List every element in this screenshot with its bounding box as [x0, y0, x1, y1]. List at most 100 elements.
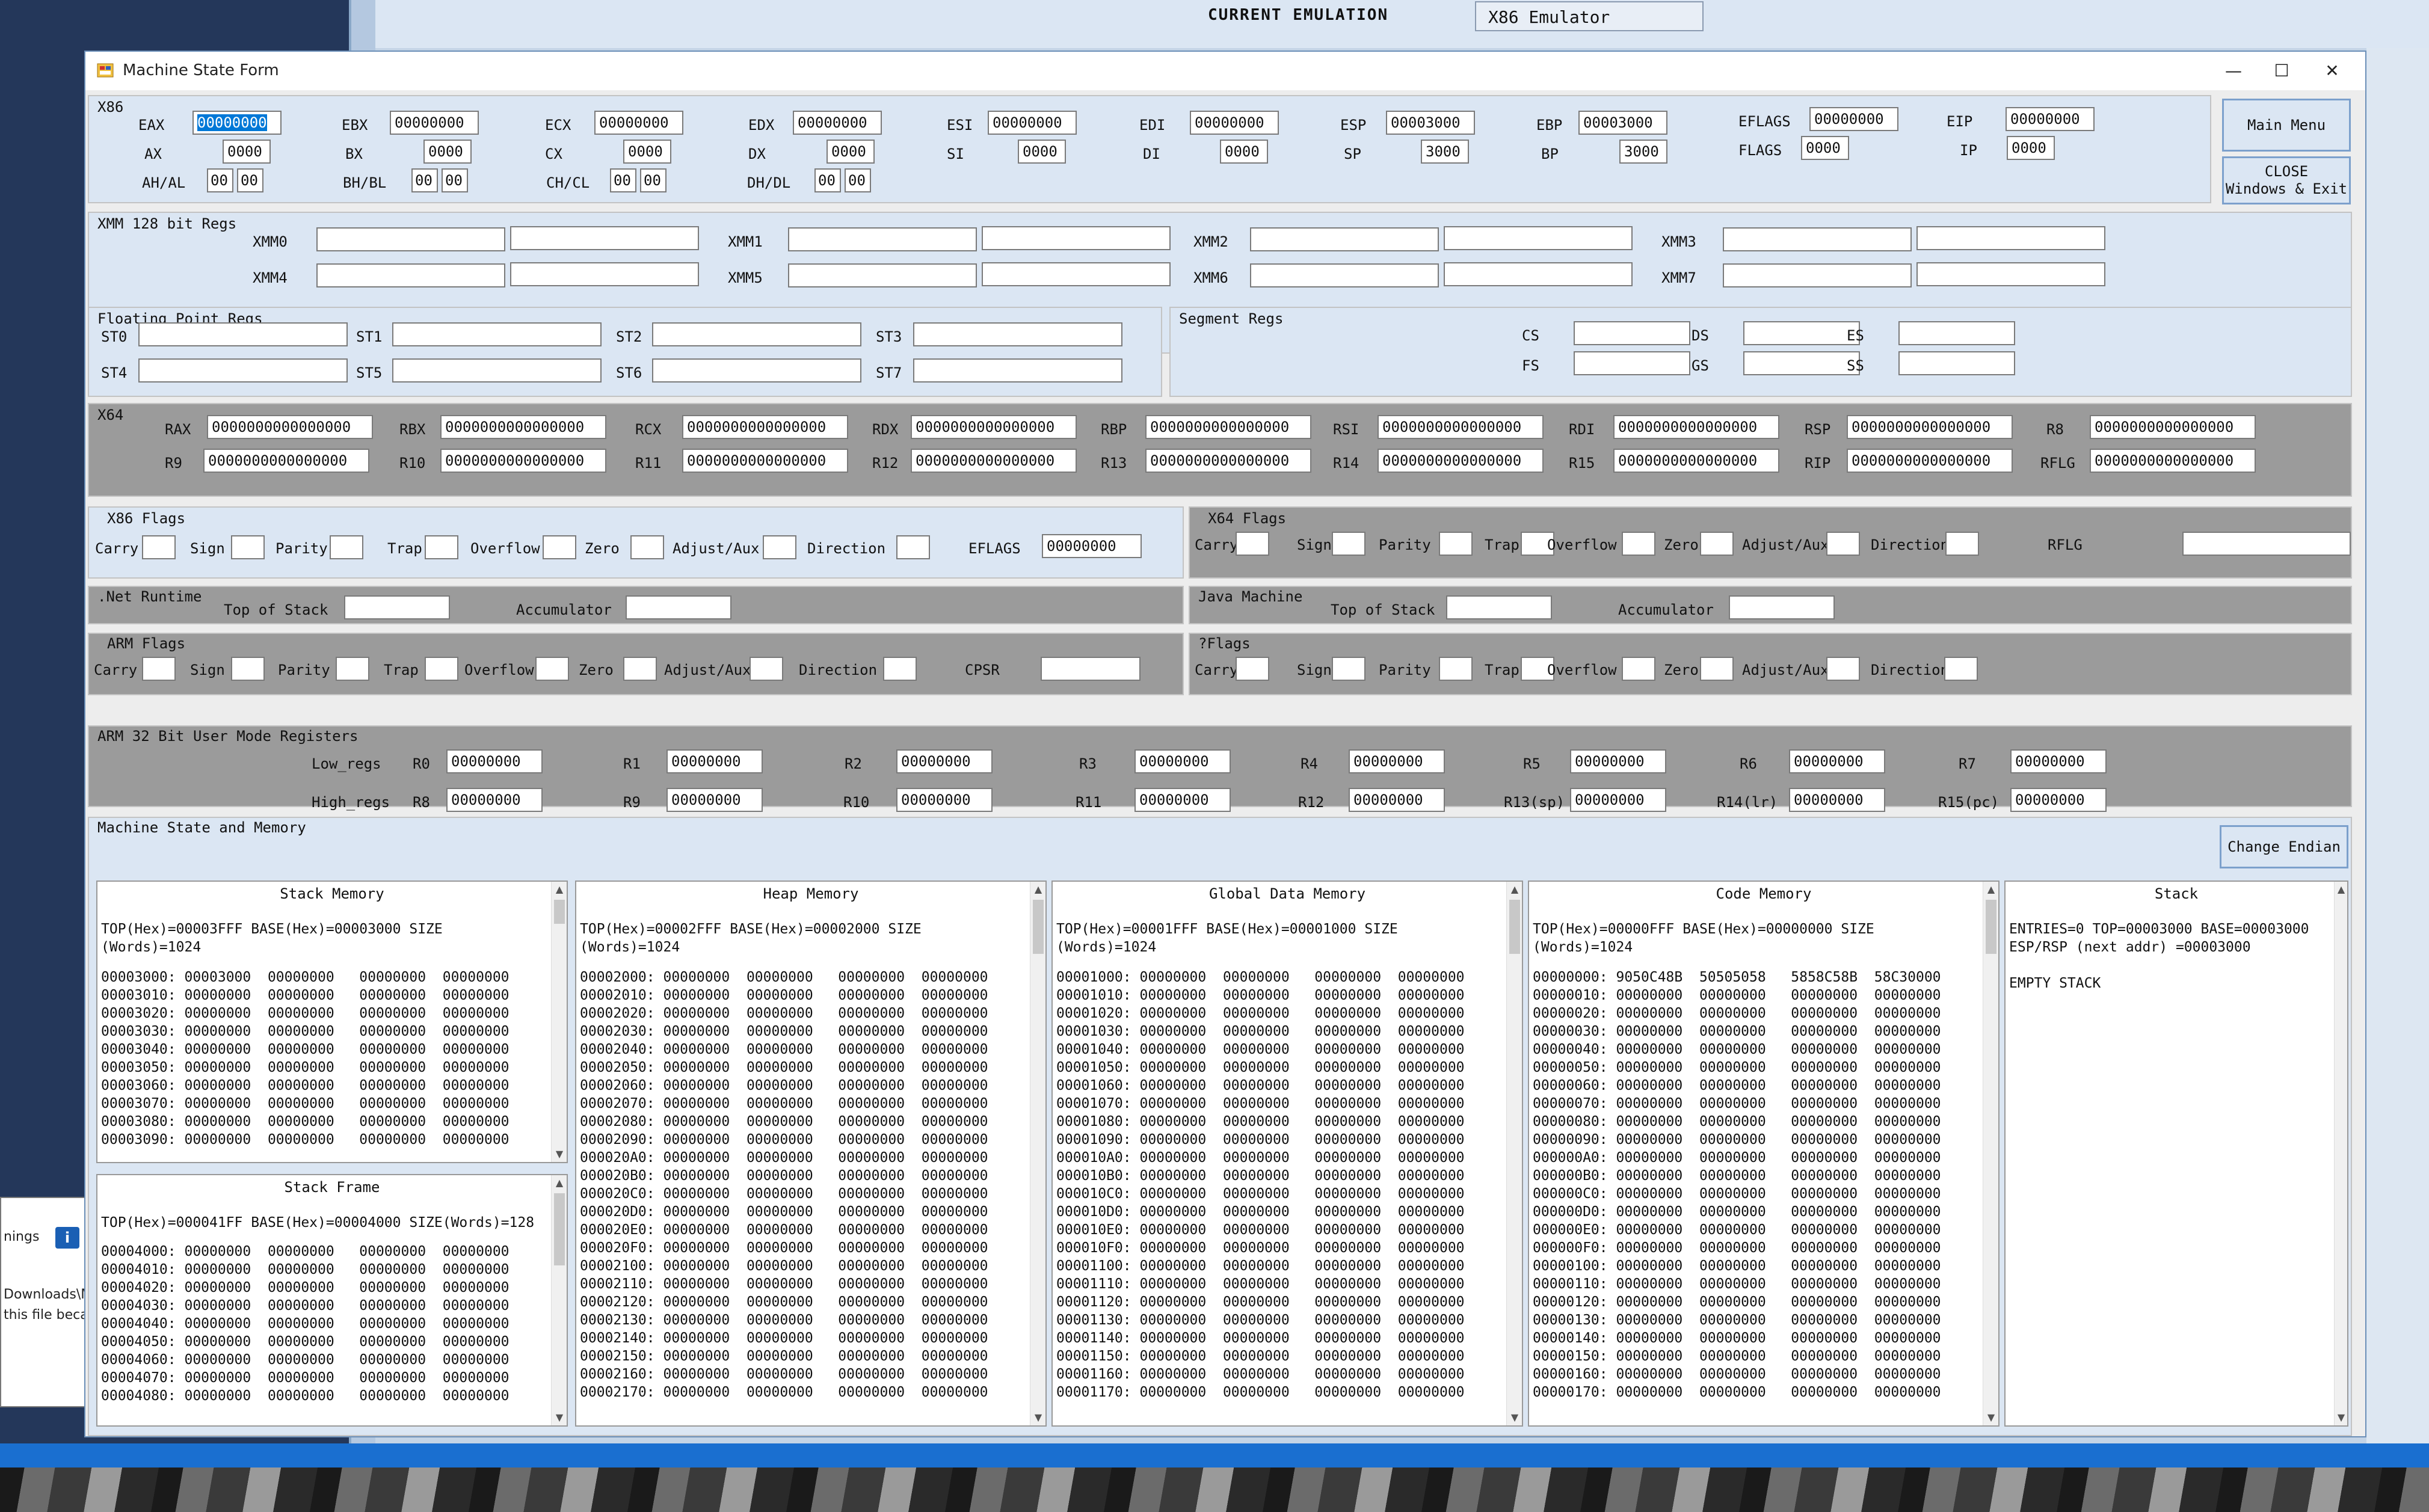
reg-eax-field[interactable]: 00000000 [192, 111, 282, 135]
x64flags-adjust-aux-checkbox[interactable] [1826, 532, 1860, 556]
reg-eflags-field[interactable]: 00000000 [1809, 107, 1898, 131]
x86flags-direction-checkbox[interactable] [896, 535, 930, 559]
gs-field[interactable] [1743, 351, 1860, 375]
arm-r13sp-field[interactable]: 00000000 [1570, 788, 1666, 812]
stack-frame-view[interactable]: Stack Frame TOP(Hex)=000041FF BASE(Hex)=… [96, 1174, 568, 1427]
x86flags-overflow-checkbox[interactable] [543, 535, 576, 559]
reg-ebp-field[interactable]: 00003000 [1578, 111, 1667, 135]
arm-r14lr-field[interactable]: 00000000 [1789, 788, 1885, 812]
qflags-zero-checkbox[interactable] [1700, 657, 1734, 681]
dotnet-top-field[interactable] [344, 595, 450, 619]
r12-field[interactable]: 0000000000000000 [911, 449, 1077, 473]
rax-field[interactable]: 0000000000000000 [207, 415, 373, 439]
reg-sp-field[interactable]: 3000 [1421, 140, 1469, 164]
xmm0-high-field[interactable] [316, 227, 505, 251]
xmm6-high-field[interactable] [1250, 263, 1439, 287]
r14-field[interactable]: 0000000000000000 [1378, 449, 1544, 473]
reg-edi-field[interactable]: 00000000 [1190, 111, 1279, 135]
qflags-direction-checkbox[interactable] [1944, 657, 1978, 681]
xmm0-low-field[interactable] [510, 226, 699, 250]
arm-r7-field[interactable]: 00000000 [2010, 749, 2107, 773]
st3-field[interactable] [913, 322, 1122, 346]
reg-ebx-field[interactable]: 00000000 [390, 111, 479, 135]
armflags-parity-checkbox[interactable] [336, 657, 369, 681]
reg-lo-byte-field[interactable]: 00 [640, 168, 667, 192]
rflg-flag-field[interactable] [2182, 532, 2351, 556]
reg-hi-byte-field[interactable]: 00 [207, 168, 233, 192]
scrollbar[interactable]: ▲ ▼ [551, 1175, 567, 1425]
st6-field[interactable] [652, 358, 861, 383]
reg-lo-byte-field[interactable]: 00 [442, 168, 468, 192]
xmm1-low-field[interactable] [982, 226, 1171, 250]
reg-hi-byte-field[interactable]: 00 [610, 168, 636, 192]
eflags-flag-field[interactable]: 00000000 [1042, 534, 1142, 558]
rdi-field[interactable]: 0000000000000000 [1613, 415, 1779, 439]
rsi-field[interactable]: 0000000000000000 [1378, 415, 1544, 439]
armflags-overflow-checkbox[interactable] [535, 657, 569, 681]
scrollbar[interactable]: ▲ ▼ [1506, 882, 1522, 1425]
java-acc-field[interactable] [1729, 595, 1835, 619]
reg-lo-byte-field[interactable]: 00 [845, 168, 871, 192]
arm-r0-field[interactable]: 00000000 [446, 749, 543, 773]
reg-bx-field[interactable]: 0000 [423, 140, 472, 164]
x64flags-direction-checkbox[interactable] [1945, 532, 1979, 556]
reg-lo-byte-field[interactable]: 00 [237, 168, 263, 192]
r15-field[interactable]: 0000000000000000 [1613, 449, 1779, 473]
st0-field[interactable] [138, 322, 348, 346]
x64flags-carry-checkbox[interactable] [1236, 532, 1269, 556]
rcx-field[interactable]: 0000000000000000 [682, 415, 848, 439]
reg-hi-byte-field[interactable]: 00 [411, 168, 438, 192]
stack-memory-view[interactable]: Stack Memory TOP(Hex)=00003FFF BASE(Hex)… [96, 880, 568, 1163]
xmm5-low-field[interactable] [982, 262, 1171, 286]
reg-esi-field[interactable]: 00000000 [988, 111, 1077, 135]
armflags-sign-checkbox[interactable] [231, 657, 265, 681]
xmm3-high-field[interactable] [1723, 227, 1912, 251]
arm-r9-field[interactable]: 00000000 [667, 788, 763, 812]
xmm2-low-field[interactable] [1444, 226, 1633, 250]
x64flags-sign-checkbox[interactable] [1332, 532, 1365, 556]
qflags-sign-checkbox[interactable] [1332, 657, 1365, 681]
r8-field[interactable]: 0000000000000000 [2090, 415, 2256, 439]
arm-r5-field[interactable]: 00000000 [1570, 749, 1666, 773]
global-data-memory-view[interactable]: Global Data Memory TOP(Hex)=00001FFF BAS… [1051, 880, 1523, 1427]
current-emulation-field[interactable]: X86 Emulator [1475, 1, 1704, 31]
java-top-field[interactable] [1446, 595, 1552, 619]
maximize-button[interactable]: ☐ [2261, 58, 2303, 84]
xmm7-high-field[interactable] [1723, 263, 1912, 287]
r9-field[interactable]: 0000000000000000 [203, 449, 369, 473]
armflags-direction-checkbox[interactable] [883, 657, 917, 681]
close-windows-exit-button[interactable]: CLOSE Windows & Exit [2222, 156, 2351, 204]
xmm4-high-field[interactable] [316, 263, 505, 287]
st1-field[interactable] [392, 322, 602, 346]
main-menu-button[interactable]: Main Menu [2222, 99, 2351, 152]
armflags-trap-checkbox[interactable] [425, 657, 458, 681]
r10-field[interactable]: 0000000000000000 [440, 449, 606, 473]
arm-r8-field[interactable]: 00000000 [446, 788, 543, 812]
scrollbar[interactable]: ▲ ▼ [2334, 882, 2347, 1425]
scrollbar[interactable]: ▲ ▼ [1030, 882, 1045, 1425]
code-memory-view[interactable]: Code Memory TOP(Hex)=00000FFF BASE(Hex)=… [1528, 880, 2000, 1427]
r13-field[interactable]: 0000000000000000 [1145, 449, 1311, 473]
xmm3-low-field[interactable] [1916, 226, 2105, 250]
ss-field[interactable] [1898, 351, 2015, 375]
reg-eip-field[interactable]: 00000000 [2006, 107, 2095, 131]
scrollbar[interactable]: ▲ ▼ [1983, 882, 1998, 1425]
arm-r1-field[interactable]: 00000000 [667, 749, 763, 773]
qflags-overflow-checkbox[interactable] [1622, 657, 1655, 681]
x64flags-zero-checkbox[interactable] [1700, 532, 1734, 556]
cs-field[interactable] [1574, 321, 1690, 345]
armflags-adjust-aux-checkbox[interactable] [750, 657, 783, 681]
rsp-field[interactable]: 0000000000000000 [1847, 415, 2013, 439]
arm-r10-field[interactable]: 00000000 [896, 788, 993, 812]
qflags-carry-checkbox[interactable] [1236, 657, 1269, 681]
cpsr-field[interactable] [1041, 657, 1141, 681]
arm-r12-field[interactable]: 00000000 [1349, 788, 1445, 812]
reg-ecx-field[interactable]: 00000000 [594, 111, 683, 135]
xmm4-low-field[interactable] [510, 262, 699, 286]
x86flags-zero-checkbox[interactable] [630, 535, 664, 559]
rflg-field[interactable]: 0000000000000000 [2090, 449, 2256, 473]
xmm5-high-field[interactable] [788, 263, 977, 287]
ds-field[interactable] [1743, 321, 1860, 345]
reg-dx-field[interactable]: 0000 [827, 140, 875, 164]
reg-esp-field[interactable]: 00003000 [1386, 111, 1475, 135]
